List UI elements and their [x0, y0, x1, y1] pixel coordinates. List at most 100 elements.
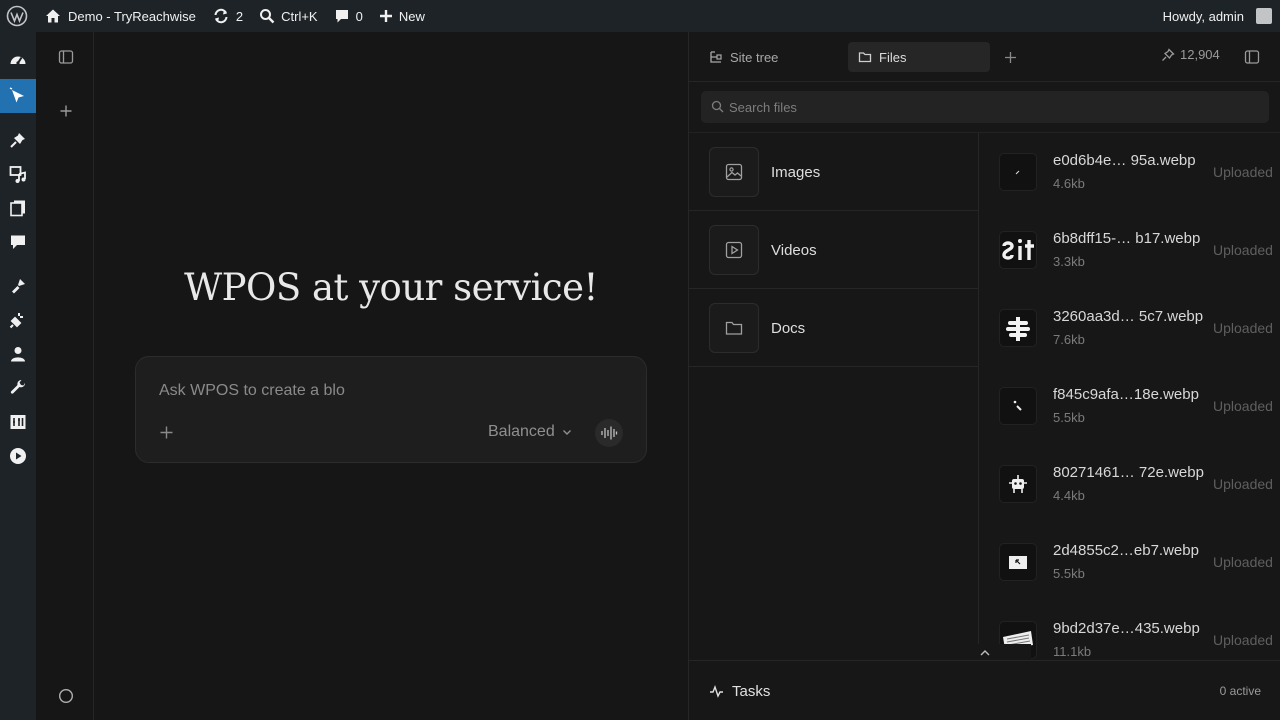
files-panel: Site tree Files 12,904 Images: [688, 32, 1280, 720]
tasks-toggle[interactable]: Tasks: [709, 661, 770, 720]
tools-icon[interactable]: [0, 371, 36, 405]
folder-label: Docs: [771, 319, 806, 337]
settings-icon[interactable]: [0, 405, 36, 439]
sidebar-toggle-icon[interactable]: [56, 47, 76, 67]
account-menu[interactable]: Howdy, admin: [1155, 0, 1280, 32]
plus-icon: [379, 10, 392, 22]
folder-videos[interactable]: Videos: [689, 211, 979, 289]
file-thumbnail: [999, 465, 1037, 503]
site-tree-icon: [710, 51, 722, 63]
site-name: Demo - TryReachwise: [68, 8, 196, 24]
site-name-link[interactable]: Demo - TryReachwise: [36, 0, 204, 32]
file-name: 9bd2d37e…435.webp: [1053, 620, 1200, 637]
tasks-bar[interactable]: Tasks 0 active: [689, 660, 1280, 720]
list-item[interactable]: e0d6b4e… 95a.webp 4.6kb Uploaded: [979, 133, 1280, 211]
prompt-input[interactable]: [159, 379, 459, 403]
file-size: 5.5kb: [1053, 410, 1085, 425]
new-content-link[interactable]: New: [371, 0, 433, 32]
search-shortcut-link[interactable]: Ctrl+K: [251, 0, 325, 32]
new-chat-plus-icon[interactable]: [56, 101, 76, 121]
home-icon: [46, 9, 60, 23]
wordpress-logo-icon[interactable]: [0, 0, 36, 32]
search-files-input[interactable]: [729, 91, 1249, 123]
media-icon[interactable]: [0, 157, 36, 191]
file-status: Uploaded: [1213, 632, 1273, 648]
comments-link[interactable]: 0: [326, 0, 371, 32]
tab-site-tree-label: Site tree: [730, 49, 779, 65]
chevron-down-icon: [562, 430, 571, 435]
voice-waveform-button[interactable]: [595, 419, 623, 447]
folder-icon: [858, 52, 872, 63]
file-name: 2d4855c2…eb7.webp: [1053, 542, 1199, 559]
add-tab-plus-icon[interactable]: [1000, 47, 1020, 67]
folder-images[interactable]: Images: [689, 133, 979, 211]
dashboard-icon[interactable]: [0, 43, 36, 77]
pages-icon[interactable]: [0, 191, 36, 225]
updates-count: 2: [235, 8, 244, 24]
admin-menu: [0, 32, 36, 720]
file-status: Uploaded: [1213, 476, 1273, 492]
file-name: e0d6b4e… 95a.webp: [1053, 152, 1196, 169]
page-title: WPOS at your service!: [184, 266, 598, 309]
list-item[interactable]: 2d4855c2…eb7.webp 5.5kb Uploaded: [979, 523, 1280, 601]
panel-layout-icon[interactable]: [1243, 48, 1261, 66]
file-status: Uploaded: [1213, 554, 1273, 570]
status-circle-icon[interactable]: [56, 686, 76, 706]
list-item[interactable]: f845c9afa…18e.webp 5.5kb Uploaded: [979, 367, 1280, 445]
file-size: 4.6kb: [1053, 176, 1085, 191]
pin-icon[interactable]: [0, 123, 36, 157]
updates-link[interactable]: 2: [204, 0, 251, 32]
list-item[interactable]: 80271461… 72e.webp 4.4kb Uploaded: [979, 445, 1280, 523]
file-status: Uploaded: [1213, 398, 1273, 414]
video-icon: [709, 225, 759, 275]
file-status: Uploaded: [1213, 164, 1273, 180]
play-icon[interactable]: [0, 439, 36, 473]
list-item[interactable]: 6b8dff15-… b17.webp 3.3kb Uploaded: [979, 211, 1280, 289]
file-name: 3260aa3d… 5c7.webp: [1053, 308, 1204, 325]
secondary-sidebar: [36, 32, 94, 720]
mode-label: Balanced: [488, 423, 555, 440]
file-name: 6b8dff15-… b17.webp: [1053, 230, 1201, 247]
file-status: Uploaded: [1213, 242, 1273, 258]
file-size: 4.4kb: [1053, 488, 1085, 503]
wpos-icon[interactable]: [0, 79, 36, 113]
search-shortcut: Ctrl+K: [281, 8, 318, 24]
file-thumbnail: [999, 543, 1037, 581]
pin-icon: [1162, 47, 1175, 61]
token-count: 12,904: [1180, 47, 1220, 62]
file-thumbnail: [999, 309, 1037, 347]
admin-bar: Demo - TryReachwise 2 Ctrl+K 0 New Howdy…: [0, 0, 1280, 32]
folder-list: Images Videos Docs: [689, 133, 979, 660]
image-icon: [709, 147, 759, 197]
file-list: e0d6b4e… 95a.webp 4.6kb Uploaded 6b8dff1…: [979, 133, 1280, 660]
file-thumbnail: [999, 231, 1037, 269]
appearance-icon[interactable]: [0, 269, 36, 303]
file-size: 5.5kb: [1053, 566, 1085, 581]
avatar: [1256, 8, 1272, 24]
search-icon: [711, 100, 724, 113]
file-size: 3.3kb: [1053, 254, 1085, 269]
comment-icon: [335, 10, 348, 23]
token-counter: 12,904: [1161, 47, 1220, 62]
file-thumbnail: [999, 153, 1037, 191]
comments-icon[interactable]: [0, 225, 36, 259]
folder-docs[interactable]: Docs: [689, 289, 979, 367]
updates-icon: [214, 8, 228, 24]
list-item[interactable]: 3260aa3d… 5c7.webp 7.6kb Uploaded: [979, 289, 1280, 367]
folder-label: Images: [771, 163, 821, 181]
file-thumbnail: [999, 387, 1037, 425]
attach-plus-icon[interactable]: [157, 423, 175, 441]
folder-label: Videos: [771, 241, 817, 259]
tab-files[interactable]: Files: [848, 42, 990, 72]
tasks-label: Tasks: [732, 682, 771, 700]
users-icon[interactable]: [0, 337, 36, 371]
mode-select[interactable]: Balanced: [488, 421, 573, 443]
file-size: 11.1kb: [1053, 644, 1092, 659]
tab-site-tree[interactable]: Site tree: [699, 42, 788, 72]
file-name: 80271461… 72e.webp: [1053, 464, 1204, 481]
waveform-icon: [601, 426, 618, 440]
tab-files-label: Files: [879, 49, 907, 65]
prompt-box: Balanced: [135, 356, 647, 463]
search-icon: [260, 9, 275, 24]
plugins-icon[interactable]: [0, 303, 36, 337]
